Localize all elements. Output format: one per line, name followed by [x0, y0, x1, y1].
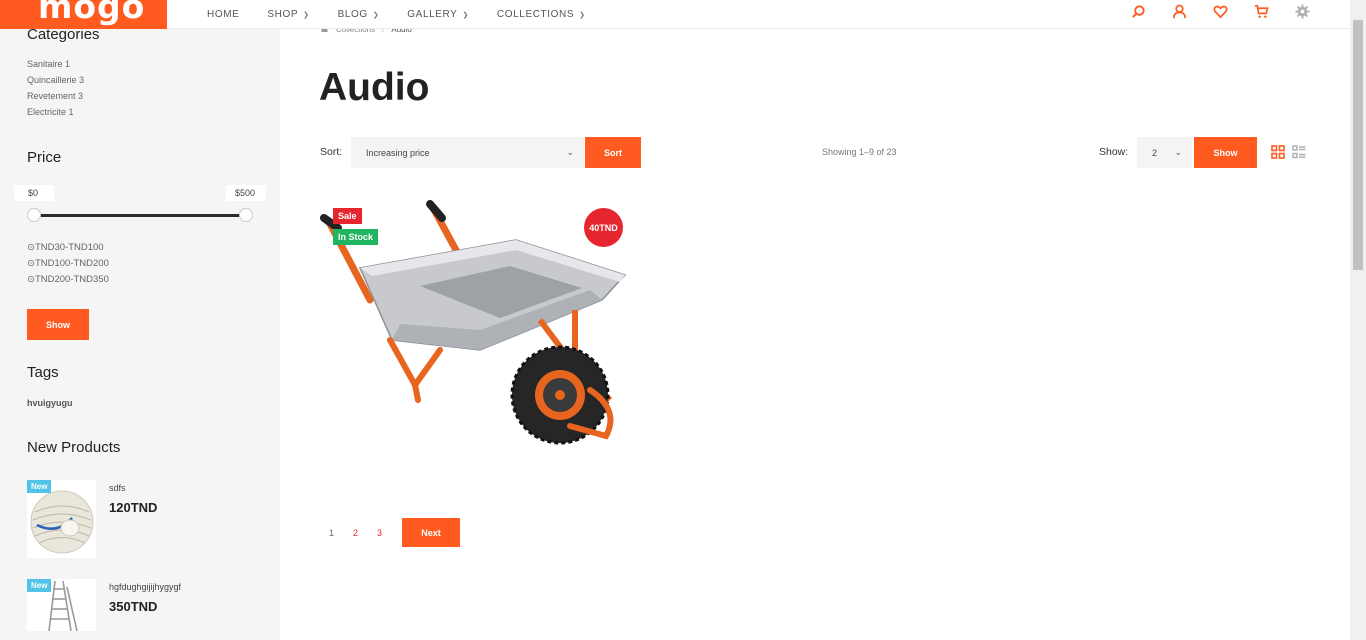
list-view-icon[interactable]	[1292, 145, 1306, 159]
nav-gallery[interactable]: GALLERY ❯	[407, 9, 469, 20]
chevron-down-icon: ⌄	[566, 147, 574, 157]
new-product-thumb[interactable]: New	[27, 579, 96, 631]
new-product-price: 120TND	[109, 500, 158, 515]
category-item[interactable]: Electricite 1	[27, 107, 74, 117]
chevron-down-icon: ❯	[303, 11, 310, 19]
price-show-button[interactable]: Show	[27, 309, 89, 340]
nav-collections[interactable]: COLLECTIONS ❯	[497, 9, 586, 20]
chevron-down-icon: ❯	[462, 11, 469, 19]
new-products-title: New Products	[27, 439, 121, 456]
nav-home[interactable]: HOME	[207, 9, 239, 20]
category-item[interactable]: Sanitaire 1	[27, 59, 70, 69]
price-range-option[interactable]: ⊙TND200-TND350	[27, 274, 109, 285]
chevron-down-icon: ❯	[372, 11, 380, 19]
tag-link[interactable]: hvuigyugu	[27, 398, 73, 408]
sort-select[interactable]: Increasing price ⌄	[351, 137, 584, 168]
page-link-3[interactable]: 3	[377, 528, 382, 538]
scrollbar[interactable]	[1350, 0, 1366, 640]
per-page-show-button[interactable]: Show	[1194, 137, 1257, 168]
price-slider-max-handle[interactable]	[239, 208, 253, 222]
scrollbar-thumb[interactable]	[1353, 20, 1363, 270]
header-icons	[1105, 0, 1310, 22]
price-slider-track[interactable]	[33, 214, 245, 217]
stock-badge: In Stock	[333, 229, 379, 245]
price-badge: 40TND	[584, 208, 623, 247]
tags-title: Tags	[27, 364, 59, 381]
category-item[interactable]: Revetement 3	[27, 91, 83, 101]
nav-label: COLLECTIONS	[496, 9, 575, 20]
sale-badge: Sale	[333, 208, 362, 224]
grid-view-icon[interactable]	[1271, 145, 1285, 159]
new-product-name[interactable]: sdfs	[109, 483, 126, 493]
nav-shop[interactable]: SHOP ❯	[267, 9, 309, 20]
nav-label: BLOG	[337, 9, 368, 20]
results-count: Showing 1–9 of 23	[822, 147, 897, 157]
sidebar: Categories Sanitaire 1 Quincaillerie 3 R…	[0, 0, 280, 640]
logo[interactable]: mogo	[0, 0, 167, 29]
price-max-field[interactable]: $500	[226, 185, 266, 201]
category-item[interactable]: Quincaillerie 3	[27, 75, 84, 85]
new-badge: New	[27, 579, 52, 592]
sort-label: Sort:	[320, 146, 343, 158]
price-range-option[interactable]: ⊙TND100-TND200	[27, 258, 109, 269]
header: mogo HOME SHOP ❯ BLOG ❯ GALLERY ❯ COLLECTIO…	[0, 0, 1350, 29]
cart-icon[interactable]	[1253, 3, 1269, 19]
next-page-button[interactable]: Next	[402, 518, 460, 547]
page-link-1[interactable]: 1	[329, 528, 334, 538]
new-badge: New	[27, 480, 52, 493]
nav-label: HOME	[207, 9, 240, 20]
sort-select-value: Increasing price	[366, 147, 430, 158]
per-page-value: 2	[1152, 147, 1158, 158]
user-icon[interactable]	[1171, 3, 1187, 19]
chevron-down-icon: ⌄	[1174, 147, 1182, 157]
price-range-option[interactable]: ⊙TND30-TND100	[27, 242, 104, 253]
sort-button[interactable]: Sort	[585, 137, 641, 168]
per-page-select[interactable]: 2 ⌄	[1137, 137, 1192, 168]
new-product-price: 350TND	[109, 599, 158, 614]
page-link-2[interactable]: 2	[353, 528, 358, 538]
new-product-name[interactable]: hgfdughgijijhygygf	[109, 582, 181, 592]
price-min-field[interactable]: $0	[14, 185, 54, 201]
nav-blog[interactable]: BLOG ❯	[338, 9, 380, 20]
chevron-down-icon: ❯	[579, 11, 586, 19]
price-slider-min-handle[interactable]	[27, 208, 41, 222]
heart-icon[interactable]	[1212, 3, 1228, 19]
logo-text: mogo	[38, 0, 146, 26]
gear-icon[interactable]	[1294, 3, 1310, 19]
search-icon[interactable]	[1130, 3, 1146, 19]
new-product-thumb[interactable]: New	[27, 480, 96, 558]
price-title: Price	[27, 149, 62, 166]
page: Categories Sanitaire 1 Quincaillerie 3 R…	[0, 0, 1366, 640]
nav-label: SHOP	[267, 9, 299, 20]
nav-label: GALLERY	[407, 9, 458, 20]
page-title: Audio	[319, 66, 430, 109]
show-label: Show:	[1099, 146, 1129, 158]
main-nav: HOME SHOP ❯ BLOG ❯ GALLERY ❯ COLLECTIONS ❯	[207, 0, 614, 29]
